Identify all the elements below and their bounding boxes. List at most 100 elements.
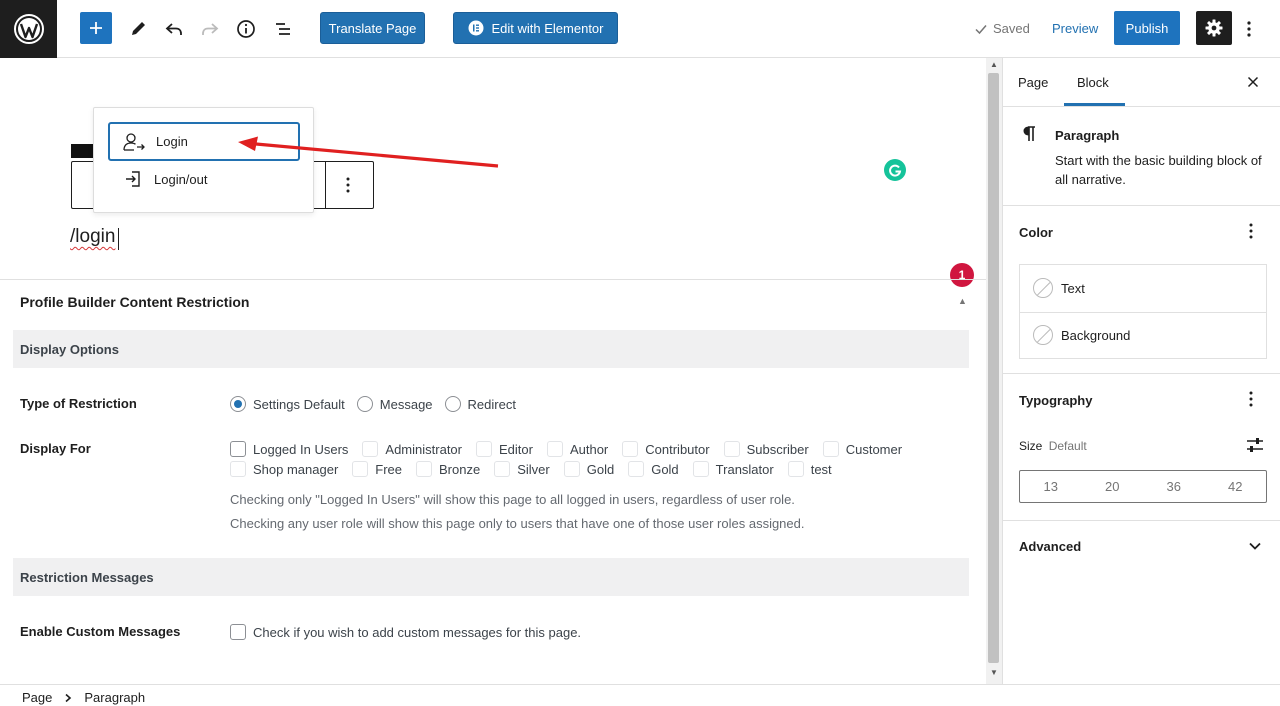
close-icon	[1247, 76, 1259, 88]
close-sidebar-button[interactable]	[1247, 75, 1259, 92]
list-view-button[interactable]	[267, 13, 299, 45]
checkbox-gold-2[interactable]: Gold	[628, 461, 679, 477]
publish-button[interactable]: Publish	[1114, 11, 1180, 45]
checkbox-label: Customer	[845, 441, 903, 457]
font-size-option[interactable]: 36	[1143, 471, 1205, 502]
checkbox-box[interactable]	[563, 461, 580, 477]
settings-button[interactable]	[1196, 11, 1232, 45]
checkbox-box[interactable]	[230, 441, 246, 457]
font-size-label: Size Default	[1019, 439, 1087, 453]
paragraph-block-text[interactable]: /login	[70, 226, 115, 248]
checkbox-box[interactable]	[692, 461, 709, 477]
add-block-button[interactable]	[80, 12, 112, 44]
radio-label: Settings Default	[253, 396, 345, 412]
notification-badge[interactable]: 1	[950, 263, 974, 287]
color-box-divider	[1020, 312, 1266, 313]
checkbox-box[interactable]	[723, 441, 740, 457]
radio-indicator[interactable]	[444, 396, 461, 412]
saved-label: Saved	[993, 21, 1030, 36]
checkbox-editor[interactable]: Editor	[475, 441, 533, 457]
annotation-arrow	[238, 136, 499, 168]
radio-redirect[interactable]: Redirect	[444, 396, 516, 412]
scroll-down-icon[interactable]: ▼	[988, 668, 1000, 680]
details-button[interactable]	[230, 13, 262, 45]
checkbox-box[interactable]	[416, 461, 433, 477]
checkbox-shop-manager[interactable]: Shop manager	[230, 461, 338, 477]
scrollbar-thumb[interactable]	[988, 73, 999, 663]
checkbox-logged-in-users[interactable]: Logged In Users	[230, 441, 348, 457]
block-description-line-1: Start with the basic building block of	[1055, 153, 1262, 168]
checkbox-box[interactable]	[475, 441, 492, 457]
checkbox-box[interactable]	[787, 461, 804, 477]
checkbox-box[interactable]	[822, 441, 839, 457]
checkbox-translator[interactable]: Translator	[692, 461, 774, 477]
grammarly-icon[interactable]	[884, 159, 906, 181]
heading-block-fragment	[71, 144, 95, 158]
checkbox-test[interactable]: test	[787, 461, 832, 477]
checkbox-label: Gold	[586, 461, 615, 477]
edit-with-elementor-button[interactable]: Edit with Elementor	[453, 12, 618, 44]
tab-page[interactable]: Page	[1018, 75, 1048, 90]
checkbox-box[interactable]	[494, 461, 511, 477]
checkbox-customer[interactable]: Customer	[822, 441, 903, 457]
checkbox-label: Silver	[517, 461, 550, 477]
breadcrumb-paragraph[interactable]: Paragraph	[84, 690, 145, 705]
checkbox-box[interactable]	[230, 624, 246, 640]
redo-button[interactable]	[194, 13, 226, 45]
checkbox-bronze[interactable]: Bronze	[416, 461, 480, 477]
checkbox-box[interactable]	[362, 441, 379, 457]
metabox-title[interactable]: Profile Builder Content Restriction	[20, 294, 249, 310]
font-size-option[interactable]: 42	[1205, 471, 1267, 502]
size-label: Size	[1019, 439, 1043, 453]
collapse-toggle-icon[interactable]: ▲	[958, 296, 970, 306]
checkbox-administrator[interactable]: Administrator	[362, 441, 462, 457]
wordpress-logo-icon[interactable]	[0, 0, 57, 58]
preview-button[interactable]: Preview	[1052, 21, 1098, 36]
sidebar-divider	[1003, 373, 1280, 374]
help-text-logged-in: Checking only "Logged In Users" will sho…	[230, 492, 795, 507]
tab-block[interactable]: Block	[1077, 75, 1109, 90]
translate-page-button[interactable]: Translate Page	[320, 12, 425, 44]
breadcrumb-page[interactable]: Page	[22, 690, 52, 705]
checkbox-box[interactable]	[622, 441, 639, 457]
typography-options-button[interactable]	[1249, 391, 1253, 411]
checkbox-box[interactable]	[352, 461, 369, 477]
tools-button[interactable]	[122, 13, 154, 45]
checkbox-gold[interactable]: Gold	[563, 461, 615, 477]
inserter-option-login-label: Login	[156, 134, 188, 149]
checkbox-subscriber[interactable]: Subscriber	[723, 441, 809, 457]
font-size-option[interactable]: 20	[1082, 471, 1144, 502]
checkbox-author[interactable]: Author	[546, 441, 608, 457]
scroll-up-icon[interactable]: ▲	[988, 60, 1000, 72]
undo-button[interactable]	[158, 13, 190, 45]
custom-size-toggle[interactable]	[1245, 436, 1265, 457]
advanced-panel-heading[interactable]: Advanced	[1019, 539, 1081, 554]
pencil-icon	[132, 22, 145, 35]
checkbox-silver[interactable]: Silver	[494, 461, 550, 477]
radio-message[interactable]: Message	[356, 396, 433, 412]
edit-with-elementor-label: Edit with Elementor	[491, 20, 604, 36]
font-size-option[interactable]: 13	[1020, 471, 1082, 502]
background-color-setting[interactable]: Background	[1033, 325, 1130, 345]
checkbox-custom-messages[interactable]: Check if you wish to add custom messages…	[230, 624, 581, 640]
checkbox-label: Bronze	[439, 461, 481, 477]
options-menu-button[interactable]	[1240, 13, 1258, 45]
radio-indicator[interactable]	[356, 396, 373, 412]
radio-indicator[interactable]	[230, 396, 246, 412]
color-panel-heading[interactable]: Color	[1019, 225, 1053, 240]
checkbox-box[interactable]	[230, 461, 246, 477]
checkbox-label: Logged In Users	[253, 441, 349, 457]
checkbox-box[interactable]	[628, 461, 645, 477]
text-color-setting[interactable]: Text	[1033, 278, 1085, 298]
settings-sidebar	[1002, 58, 1280, 684]
checkbox-contributor[interactable]: Contributor	[622, 441, 710, 457]
color-options-button[interactable]	[1249, 223, 1253, 243]
metabox-divider	[0, 279, 986, 280]
chevron-down-icon	[1249, 542, 1261, 550]
radio-settings-default[interactable]: Settings Default	[230, 396, 345, 412]
checkbox-box[interactable]	[546, 441, 563, 457]
typography-panel-heading[interactable]: Typography	[1019, 393, 1092, 408]
elementor-icon	[468, 20, 483, 36]
checkbox-free[interactable]: Free	[352, 461, 402, 477]
advanced-expand-button[interactable]	[1248, 540, 1262, 555]
